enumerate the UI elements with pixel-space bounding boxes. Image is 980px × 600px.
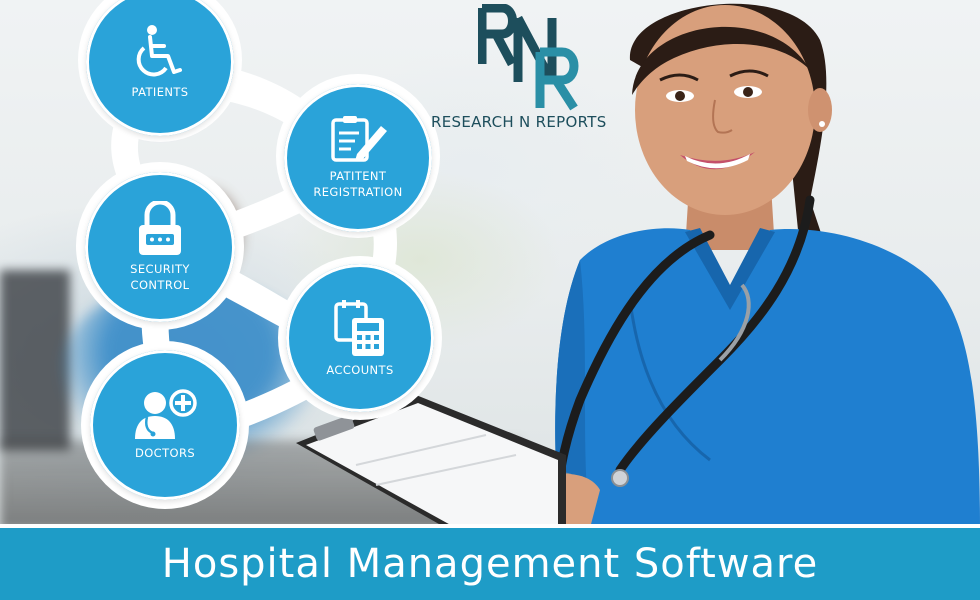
feature-label: DOCTORS <box>134 446 196 460</box>
banner-title: Hospital Management Software <box>161 541 819 587</box>
feature-label: SECURITY CONTROL <box>130 262 190 292</box>
feature-label: PATIENTS <box>131 85 189 99</box>
feature-patient-registration[interactable]: PATITENT REGISTRATION <box>284 84 432 232</box>
feature-label: PATITENT REGISTRATION <box>313 169 403 199</box>
feature-security-control[interactable]: SECURITY CONTROL <box>85 172 235 322</box>
title-banner: Hospital Management Software <box>0 524 980 600</box>
feature-accounts[interactable]: ACCOUNTS <box>286 264 434 412</box>
wheelchair-icon <box>136 25 182 77</box>
rnr-logo-mark <box>478 4 579 111</box>
calculator-calendar-icon <box>334 300 384 356</box>
doctor-plus-icon <box>135 389 197 439</box>
feature-doctors[interactable]: DOCTORS <box>90 350 240 500</box>
clipboard-edit-icon <box>331 116 387 162</box>
padlock-icon <box>139 201 181 255</box>
brand-name: RESEARCH N REPORTS <box>431 113 607 131</box>
feature-label: ACCOUNTS <box>326 363 394 377</box>
promo-image: PATIENTS PATITENT REGISTRATION SECURITY … <box>0 0 980 600</box>
brand-logo: RESEARCH N REPORTS <box>428 0 636 140</box>
